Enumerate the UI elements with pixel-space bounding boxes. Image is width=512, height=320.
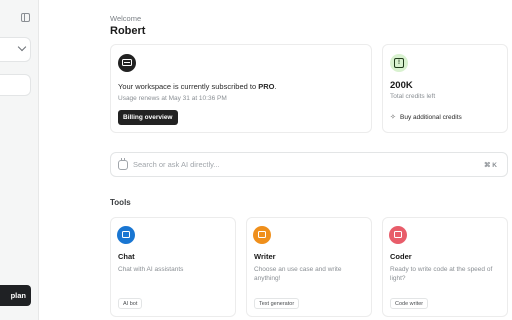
buy-credits-button[interactable]: ✧ Buy additional credits: [390, 110, 462, 125]
sparkle-icon: ✧: [390, 114, 396, 121]
shortcut-hint: ⌘ K: [484, 162, 497, 169]
billing-overview-button[interactable]: Billing overview: [118, 110, 178, 125]
tools-section-title: Tools: [110, 198, 131, 207]
tool-tag: AI bot: [118, 298, 143, 309]
user-name: Robert: [110, 25, 146, 37]
tool-name: Chat: [118, 252, 135, 261]
credit-card-icon: [118, 54, 136, 72]
chat-icon: [117, 226, 135, 244]
tool-card-writer[interactable]: Writer Choose an use case and write anyt…: [246, 217, 372, 317]
ai-search-bar[interactable]: ⌘ K: [110, 152, 508, 177]
sidebar-toggle-icon[interactable]: [21, 13, 30, 22]
tool-name: Writer: [254, 252, 276, 261]
document-icon: [253, 226, 271, 244]
search-input[interactable]: [133, 153, 473, 176]
upgrade-plan-button[interactable]: plan: [0, 285, 31, 306]
tool-description: Choose an use case and write anything!: [254, 266, 342, 282]
tool-name: Coder: [390, 252, 412, 261]
renewal-text: Usage renews at May 31 at 10:36 PM: [118, 95, 227, 102]
welcome-label: Welcome: [110, 14, 142, 23]
buy-credits-label: Buy additional credits: [400, 114, 462, 121]
subscription-card: Your workspace is currently subscribed t…: [110, 44, 372, 133]
credits-caption: Total credits left: [390, 93, 436, 100]
monitor-icon: [389, 226, 407, 244]
sidebar: plan: [0, 0, 39, 320]
workspace-select[interactable]: [0, 37, 31, 62]
plan-name: PRO: [258, 82, 275, 91]
sidebar-field[interactable]: [0, 74, 31, 96]
credits-card: ! 200K Total credits left ✧ Buy addition…: [382, 44, 508, 133]
tool-card-coder[interactable]: Coder Ready to write code at the speed o…: [382, 217, 508, 317]
tool-description: Chat with AI assistants: [118, 266, 184, 273]
tool-tag: Code writer: [390, 298, 429, 309]
tool-description: Ready to write code at the speed of ligh…: [390, 266, 493, 282]
credits-icon: !: [390, 54, 408, 72]
tool-tag: Text generator: [254, 298, 300, 309]
tool-card-chat[interactable]: Chat Chat with AI assistants AI bot: [110, 217, 236, 317]
ai-bot-icon: [118, 158, 128, 170]
credits-amount: 200K: [390, 80, 413, 91]
subscription-text: Your workspace is currently subscribed t…: [118, 82, 277, 91]
